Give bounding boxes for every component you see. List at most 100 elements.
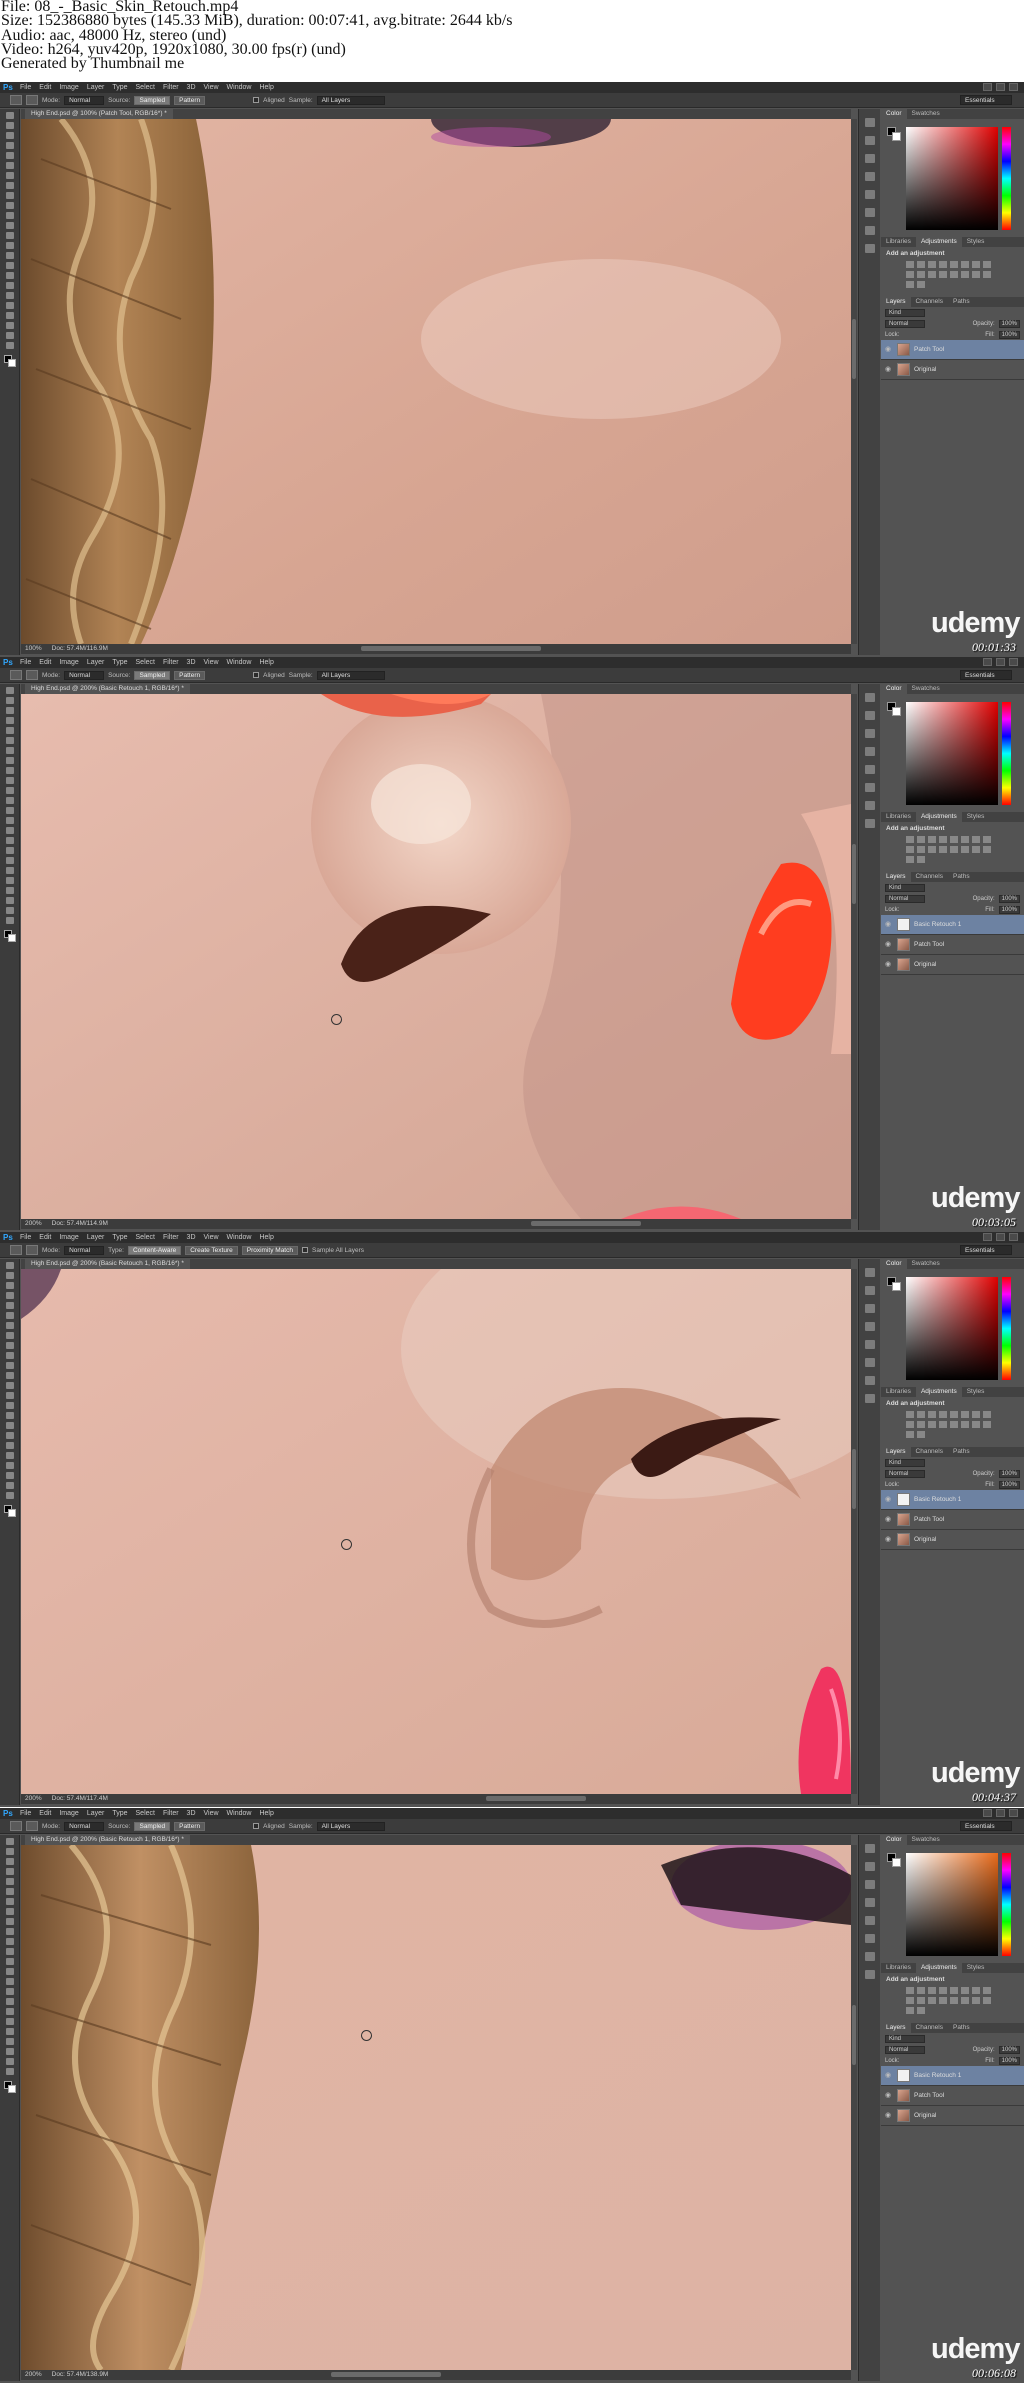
adjustment-icon[interactable] xyxy=(906,1987,914,1994)
content-aware-button[interactable]: Content-Aware xyxy=(127,1245,182,1255)
toolbar-tool-icon[interactable] xyxy=(5,887,14,894)
maximize-icon[interactable] xyxy=(996,83,1005,91)
fill-input[interactable]: 100% xyxy=(998,1480,1020,1489)
toolbar-tool-icon[interactable] xyxy=(5,1888,14,1895)
close-icon[interactable] xyxy=(1009,658,1018,666)
adjustment-icon[interactable] xyxy=(928,1411,936,1418)
adjustment-icon[interactable] xyxy=(939,846,947,853)
hue-slider[interactable] xyxy=(1002,1853,1011,1956)
document-canvas[interactable] xyxy=(21,694,851,1219)
horizontal-scrollbar[interactable] xyxy=(531,1221,641,1226)
toolbar-tool-icon[interactable] xyxy=(5,687,14,694)
adjustment-icon[interactable] xyxy=(972,1421,980,1428)
toolbar-tool-icon[interactable] xyxy=(5,767,14,774)
adjustment-icon[interactable] xyxy=(906,856,914,863)
minimize-icon[interactable] xyxy=(983,1809,992,1817)
adjustment-icon[interactable] xyxy=(917,856,925,863)
toolbar-tool-icon[interactable] xyxy=(5,1302,14,1309)
dock-panel-icon[interactable] xyxy=(864,1322,875,1331)
adjustment-icon[interactable] xyxy=(906,1997,914,2004)
adjustment-icon[interactable] xyxy=(939,261,947,268)
dock-panel-icon[interactable] xyxy=(864,172,875,181)
menu-item[interactable]: Image xyxy=(59,1810,78,1817)
tab-libraries[interactable]: Libraries xyxy=(881,812,916,822)
sampled-button[interactable]: Sampled xyxy=(134,95,171,105)
adjustment-icon[interactable] xyxy=(928,1421,936,1428)
color-field[interactable] xyxy=(906,1277,998,1380)
dock-panel-icon[interactable] xyxy=(864,1916,875,1925)
toolbar-tool-icon[interactable] xyxy=(5,312,14,319)
adjustment-icon[interactable] xyxy=(939,1421,947,1428)
layer-row[interactable]: ◉ Basic Retouch 1 xyxy=(881,915,1024,935)
toolbar-tool-icon[interactable] xyxy=(5,112,14,119)
toolbar-tool-icon[interactable] xyxy=(5,1282,14,1289)
maximize-icon[interactable] xyxy=(996,1233,1005,1241)
toolbar-tool-icon[interactable] xyxy=(5,252,14,259)
toolbar-tool-icon[interactable] xyxy=(5,857,14,864)
toolbar-tool-icon[interactable] xyxy=(5,142,14,149)
tab-swatches[interactable]: Swatches xyxy=(907,1835,945,1845)
toolbar-tool-icon[interactable] xyxy=(5,867,14,874)
menu-item[interactable]: 3D xyxy=(187,659,196,666)
toolbar-tool-icon[interactable] xyxy=(5,787,14,794)
menu-item[interactable]: Layer xyxy=(87,84,105,91)
dock-panel-icon[interactable] xyxy=(864,136,875,145)
toolbar-tool-icon[interactable] xyxy=(5,1262,14,1269)
adjustment-icon[interactable] xyxy=(917,1997,925,2004)
dock-panel-icon[interactable] xyxy=(864,1376,875,1385)
toolbar-tool-icon[interactable] xyxy=(5,2058,14,2065)
toolbar-tool-icon[interactable] xyxy=(5,1908,14,1915)
dock-panel-icon[interactable] xyxy=(864,1286,875,1295)
toolbar-tool-icon[interactable] xyxy=(5,1272,14,1279)
visibility-eye-icon[interactable]: ◉ xyxy=(885,2112,893,2119)
tab-color[interactable]: Color xyxy=(881,1835,907,1845)
menu-item[interactable]: View xyxy=(204,84,219,91)
adjustment-icon[interactable] xyxy=(961,846,969,853)
minimize-icon[interactable] xyxy=(983,658,992,666)
minimize-icon[interactable] xyxy=(983,1233,992,1241)
toolbar-tool-icon[interactable] xyxy=(5,1292,14,1299)
menu-item[interactable]: Help xyxy=(259,84,273,91)
toolbar-tool-icon[interactable] xyxy=(5,2018,14,2025)
sample-dropdown[interactable]: All Layers xyxy=(316,1821,385,1831)
blend-mode-dropdown[interactable]: Normal xyxy=(885,894,925,903)
dock-panel-icon[interactable] xyxy=(864,226,875,235)
background-color[interactable] xyxy=(892,1858,901,1867)
kind-dropdown[interactable]: Kind xyxy=(885,1458,925,1467)
toolbar-tool-icon[interactable] xyxy=(5,777,14,784)
mode-dropdown[interactable]: Normal xyxy=(64,1821,105,1831)
visibility-eye-icon[interactable]: ◉ xyxy=(885,921,893,928)
workspace-dropdown[interactable]: Essentials xyxy=(960,1821,1012,1831)
opacity-input[interactable]: 100% xyxy=(998,2045,1020,2054)
adjustment-icon[interactable] xyxy=(906,1411,914,1418)
menu-item[interactable]: Window xyxy=(227,659,252,666)
layer-row[interactable]: ◉ Original xyxy=(881,955,1024,975)
menu-item[interactable]: 3D xyxy=(187,1234,196,1241)
adjustment-icon[interactable] xyxy=(917,271,925,278)
menu-item[interactable]: Select xyxy=(136,84,155,91)
tab-paths[interactable]: Paths xyxy=(948,2023,975,2033)
menu-item[interactable]: File xyxy=(20,84,31,91)
layer-row[interactable]: ◉ Original xyxy=(881,1530,1024,1550)
dock-panel-icon[interactable] xyxy=(864,729,875,738)
tab-libraries[interactable]: Libraries xyxy=(881,1963,916,1973)
toolbar-tool-icon[interactable] xyxy=(5,322,14,329)
adjustment-icon[interactable] xyxy=(983,1411,991,1418)
menu-item[interactable]: Help xyxy=(259,1810,273,1817)
background-color[interactable] xyxy=(8,359,16,367)
hue-slider[interactable] xyxy=(1002,1277,1011,1380)
menu-item[interactable]: Filter xyxy=(163,1810,179,1817)
adjustment-icon[interactable] xyxy=(906,2007,914,2014)
layer-row[interactable]: ◉ Patch Tool xyxy=(881,1510,1024,1530)
color-swatches[interactable] xyxy=(4,2081,16,2093)
adjustment-icon[interactable] xyxy=(939,836,947,843)
menu-item[interactable]: Image xyxy=(59,1234,78,1241)
dock-panel-icon[interactable] xyxy=(864,801,875,810)
layer-row[interactable]: ◉ Basic Retouch 1 xyxy=(881,1490,1024,1510)
tab-layers[interactable]: Layers xyxy=(881,2023,911,2033)
document-canvas[interactable] xyxy=(21,119,851,644)
color-swatches[interactable] xyxy=(887,702,901,716)
zoom-level[interactable]: 200% xyxy=(25,1219,42,1229)
minimize-icon[interactable] xyxy=(983,83,992,91)
toolbar-tool-icon[interactable] xyxy=(5,1362,14,1369)
